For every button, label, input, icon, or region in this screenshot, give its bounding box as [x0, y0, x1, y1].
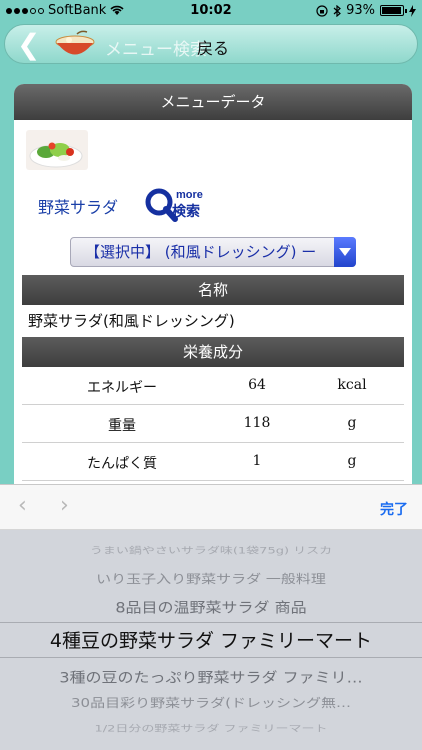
more-label: more — [176, 189, 203, 201]
page-title: メニュー検索 — [105, 40, 207, 60]
dressing-select[interactable]: 【選択中】 (和風ドレッシング) ー — [70, 237, 356, 267]
picker-item[interactable]: 1/2日分の野菜サラダ ファミリーマート — [0, 721, 422, 735]
nutrient-unit: g — [347, 453, 357, 469]
battery-icon — [380, 5, 407, 16]
nutrition-row: 重量 118 g — [22, 405, 404, 443]
battery-percent: 93% — [346, 3, 375, 18]
nutrient-value: 64 — [248, 377, 266, 393]
picker-toolbar: ‹ › 完了 — [0, 484, 422, 530]
nutrient-label: たんぱく質 — [87, 456, 157, 472]
picker-item[interactable]: 3種の豆のたっぷり野菜サラダ ファミリ… — [0, 665, 422, 687]
nutrient-value: 1 — [252, 453, 262, 469]
picker-item-selected[interactable]: 4種豆の野菜サラダ ファミリーマート — [0, 626, 422, 653]
nutrient-unit: kcal — [337, 377, 367, 393]
done-button[interactable]: 完了 — [380, 499, 408, 519]
nav-header: ❮ メニュー検索 戻る — [0, 22, 422, 66]
charging-icon — [409, 4, 416, 17]
food-name: 野菜サラダ — [38, 198, 119, 217]
dressing-select-value: 【選択中】 (和風ドレッシング) ー — [85, 243, 317, 261]
back-chevron-icon[interactable]: ❮ — [17, 29, 40, 61]
nutrient-unit: g — [347, 415, 357, 431]
back-button[interactable]: 戻る — [197, 35, 229, 59]
status-bar: SoftBank 10:02 93% — [0, 0, 422, 22]
name-section-header: 名称 — [22, 275, 404, 305]
more-search-button[interactable]: more 検索 — [144, 184, 224, 224]
nutrient-label: エネルギー — [87, 380, 157, 396]
picker-item[interactable]: うまい鍋やさいサラダ味(1袋75g) リスカ — [0, 543, 422, 557]
picker-item[interactable]: 30品目彩り野菜サラダ(ドレッシング無… — [0, 694, 422, 711]
previous-button[interactable]: ‹ — [18, 493, 27, 518]
nutrition-row: エネルギー 64 kcal — [22, 367, 404, 405]
header-bar: ❮ メニュー検索 戻る — [4, 24, 418, 64]
picker-item[interactable]: 8品目の温野菜サラダ 商品 — [0, 595, 422, 617]
ramen-bowl-icon — [55, 30, 95, 55]
salad-photo — [26, 130, 88, 170]
menu-picker-wheel[interactable]: うまい鍋やさいサラダ味(1袋75g) リスカ いり玉子入り野菜サラダ 一般料理 … — [0, 530, 422, 750]
bluetooth-icon — [333, 4, 342, 17]
rotation-lock-icon — [316, 4, 328, 17]
menu-name-value: 野菜サラダ(和風ドレッシング) — [28, 312, 235, 330]
nutrient-value: 118 — [243, 415, 271, 431]
nutrient-label: 重量 — [108, 418, 136, 434]
nutrition-row: たんぱく質 1 g — [22, 443, 404, 481]
menu-data-card: メニューデータ 野菜サラダ more 検索 【選択中】 (和風ドレッシング) ー… — [14, 84, 412, 504]
card-title: メニューデータ — [14, 84, 412, 120]
chevron-down-icon[interactable] — [334, 237, 356, 267]
nutrition-section-header: 栄養成分 — [22, 337, 404, 367]
next-button[interactable]: › — [60, 493, 69, 518]
battery-fill — [382, 7, 401, 14]
status-right: 93% — [316, 3, 416, 18]
picker-item[interactable]: いり玉子入り野菜サラダ 一般料理 — [0, 570, 422, 587]
search-label: 検索 — [172, 203, 200, 220]
